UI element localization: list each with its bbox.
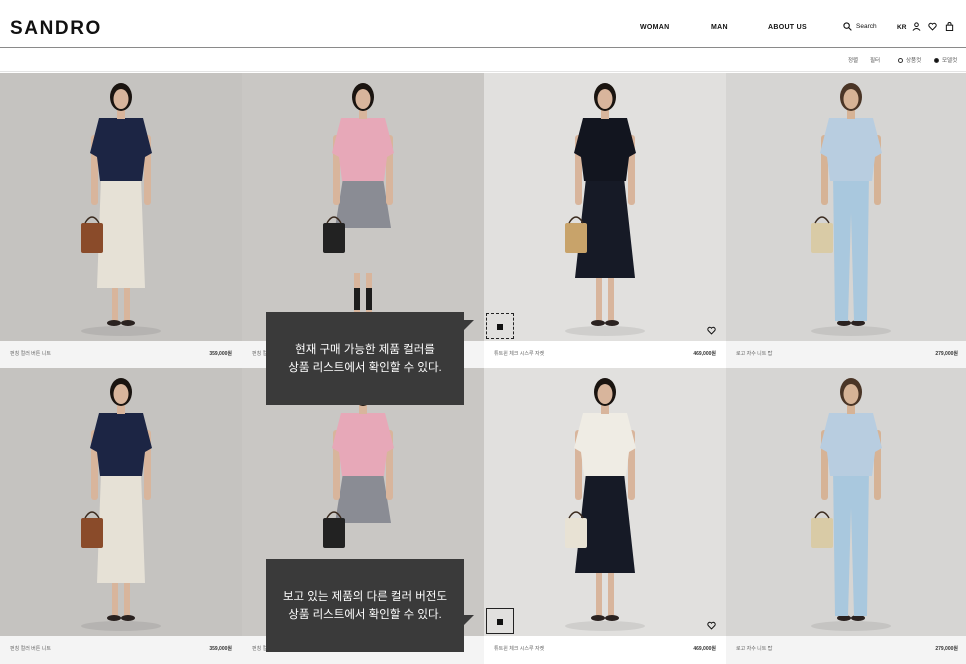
color-swatch[interactable] xyxy=(497,324,503,330)
view-model-radio[interactable]: 모델컷 xyxy=(934,56,957,64)
product-card[interactable]: 로고 자수 니트 탑 279,000원 xyxy=(726,368,966,664)
product-price: 279,000원 xyxy=(935,646,958,652)
product-photo[interactable] xyxy=(484,73,726,341)
product-info: 펀칭 컬러 버튼 니트 359,000원 xyxy=(0,341,242,369)
nav-woman[interactable]: WOMAN xyxy=(640,24,670,31)
product-photo[interactable] xyxy=(0,73,242,341)
color-swatch[interactable] xyxy=(497,619,503,625)
product-name[interactable]: 펀칭 컬러 버튼 니트 xyxy=(10,350,51,357)
product-name[interactable]: 로고 자수 니트 탑 xyxy=(736,645,772,652)
radio-model xyxy=(934,57,939,63)
product-photo[interactable] xyxy=(0,368,242,636)
nav-man[interactable]: MAN xyxy=(711,24,728,31)
view-model-label: 모델컷 xyxy=(942,58,958,64)
product-card[interactable]: 로고 자수 니트 탑 279,000원 xyxy=(726,73,966,369)
search-label: Search xyxy=(856,23,877,30)
product-name[interactable]: 펀칭 컬러 버튼 니트 xyxy=(10,645,51,652)
product-info: 로고 자수 니트 탑 279,000원 xyxy=(726,341,966,369)
product-name[interactable]: 로고 자수 니트 탑 xyxy=(736,350,772,357)
tooltip-other-colors: 보고 있는 제품의 다른 컬러 버전도 상품 리스트에서 확인할 수 있다. xyxy=(266,559,474,652)
site-header: SANDRO WOMAN MAN ABOUT US Search KR xyxy=(0,0,966,48)
tooltip-available-colors: 현재 구매 가능한 제품 컬러를 상품 리스트에서 확인할 수 있다. xyxy=(266,312,474,405)
user-icon[interactable] xyxy=(912,22,921,31)
product-price: 359,000원 xyxy=(209,351,232,357)
search-button[interactable]: Search xyxy=(843,22,877,31)
product-card[interactable]: 펀칭 컬러 버튼 니트 359,000원 xyxy=(0,368,242,664)
tooltip-line: 보고 있는 제품의 다른 컬러 버전도 xyxy=(282,590,448,603)
product-card[interactable]: 튜트윈 체크 시스루 자켓 469,000원 xyxy=(484,73,726,369)
product-card[interactable]: 튜트윈 체크 시스루 자켓 469,000원 xyxy=(484,368,726,664)
filter-button[interactable]: 필터 xyxy=(870,56,880,64)
filter-label: 필터 xyxy=(870,58,881,64)
sort-label: 정렬 xyxy=(848,58,859,64)
tooltip-line: 상품 리스트에서 확인할 수 있다. xyxy=(288,608,442,621)
tooltip-line: 현재 구매 가능한 제품 컬러를 xyxy=(295,343,435,356)
product-photo[interactable] xyxy=(726,73,966,341)
search-icon xyxy=(843,22,852,31)
shopping-bag-icon[interactable] xyxy=(945,22,954,31)
product-info: 튜트윈 체크 시스루 자켓 469,000원 xyxy=(484,341,726,369)
product-card[interactable]: 펀칭 컬러 버튼 니트 359,000원 xyxy=(0,73,242,369)
product-info: 펀칭 컬러 버튼 니트 359,000원 xyxy=(0,636,242,664)
product-price: 469,000원 xyxy=(693,351,716,357)
tooltip-line: 상품 리스트에서 확인할 수 있다. xyxy=(288,361,442,374)
nav-about-us[interactable]: ABOUT US xyxy=(768,24,807,31)
brand-logo[interactable]: SANDRO xyxy=(10,18,102,40)
radio-product xyxy=(898,57,903,63)
listing-toolbar: 정렬 필터 상품컷 모델컷 xyxy=(0,49,966,72)
tooltip-pointer xyxy=(463,615,474,626)
language-selector[interactable]: KR xyxy=(897,24,906,31)
color-swatch-highlight xyxy=(486,608,514,634)
product-photo[interactable] xyxy=(726,368,966,636)
product-price: 279,000원 xyxy=(935,351,958,357)
favorite-heart-icon[interactable] xyxy=(707,326,716,335)
product-price: 359,000원 xyxy=(209,646,232,652)
product-info: 로고 자수 니트 탑 279,000원 xyxy=(726,636,966,664)
product-name[interactable]: 튜트윈 체크 시스루 자켓 xyxy=(494,645,544,652)
product-price: 469,000원 xyxy=(693,646,716,652)
product-photo[interactable] xyxy=(484,368,726,636)
wishlist-icon[interactable] xyxy=(928,22,937,31)
product-name[interactable]: 튜트윈 체크 시스루 자켓 xyxy=(494,350,544,357)
favorite-heart-icon[interactable] xyxy=(707,621,716,630)
tooltip-pointer xyxy=(463,320,474,331)
product-info: 튜트윈 체크 시스루 자켓 469,000원 xyxy=(484,636,726,664)
view-product-label: 상품컷 xyxy=(906,58,922,64)
sort-button[interactable]: 정렬 xyxy=(848,56,858,64)
product-photo[interactable] xyxy=(242,73,484,341)
color-swatch-highlight xyxy=(486,313,514,339)
view-product-radio[interactable]: 상품컷 xyxy=(898,56,921,64)
